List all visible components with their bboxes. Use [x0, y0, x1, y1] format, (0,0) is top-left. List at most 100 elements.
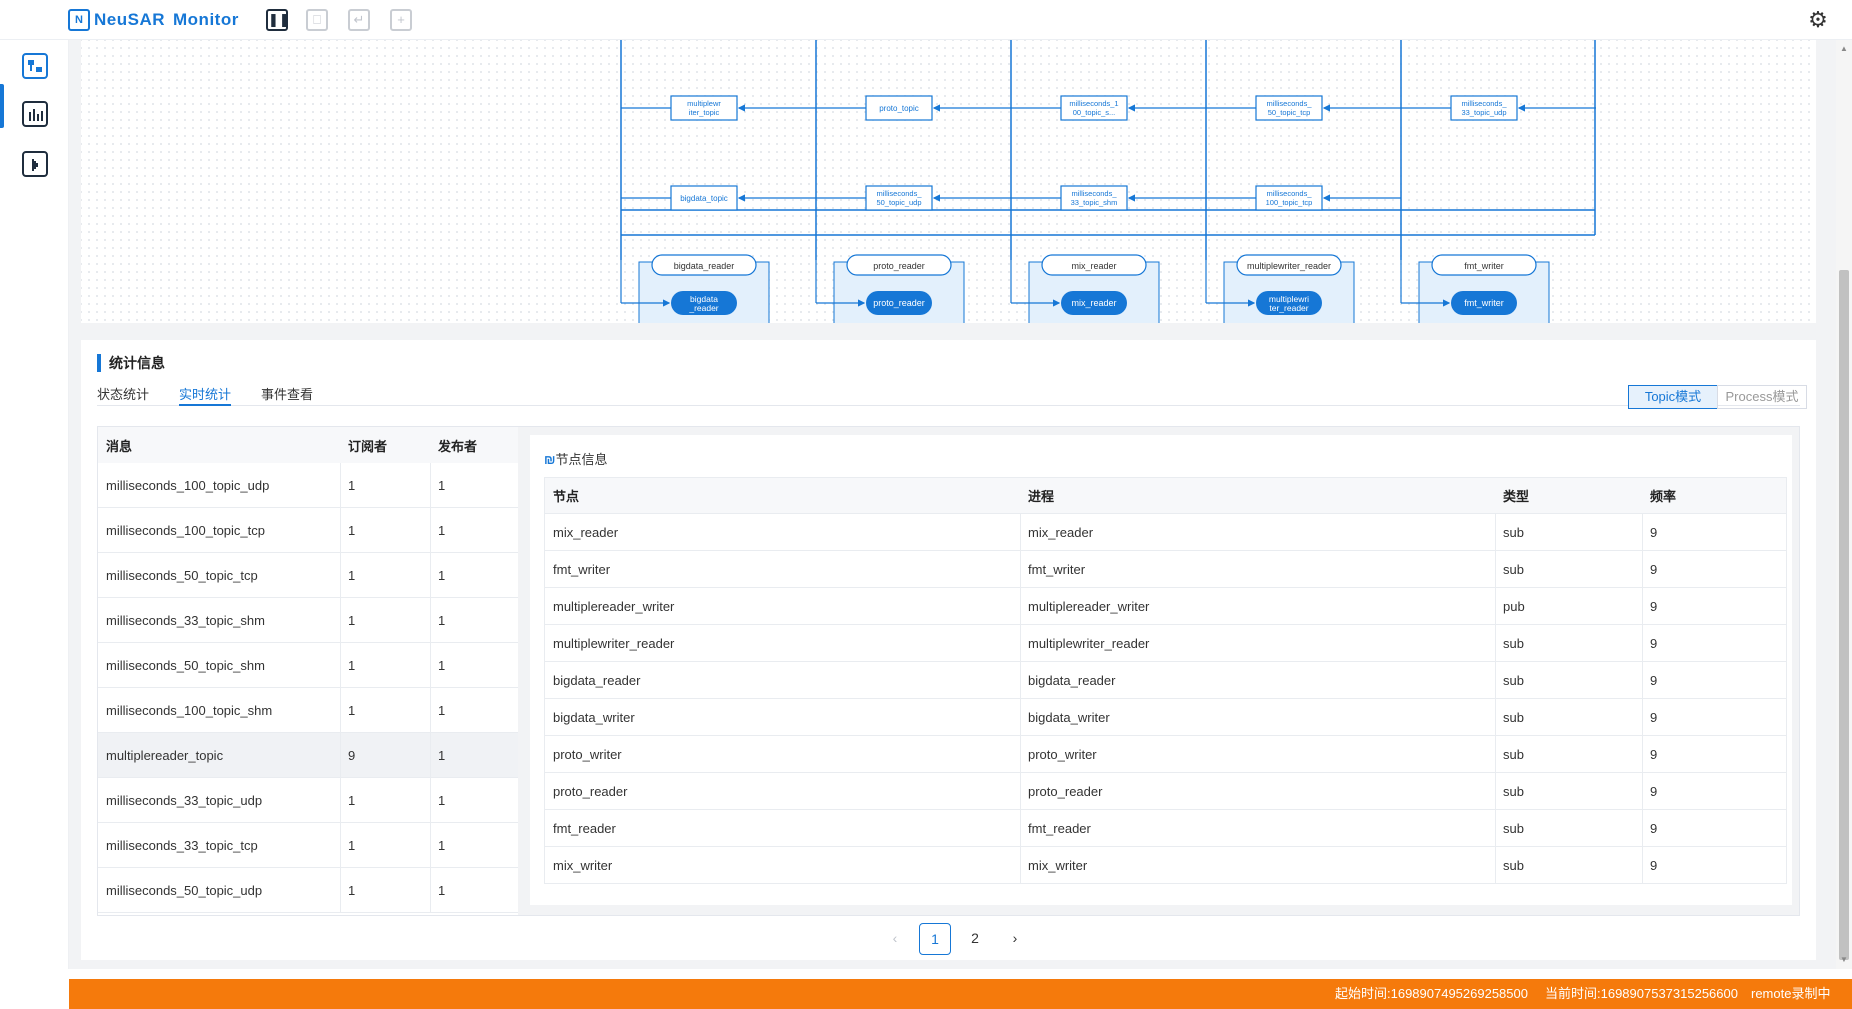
subscribers-cell: 1 [348, 702, 356, 718]
node-cell: proto_writer [553, 746, 622, 762]
table-row[interactable]: milliseconds_33_topic_udp 1 1 [98, 778, 518, 823]
process-cell: fmt_reader [1028, 820, 1091, 836]
message-cell: milliseconds_50_topic_udp [106, 882, 263, 898]
scrollbar-thumb[interactable] [1839, 270, 1849, 960]
table-row[interactable]: milliseconds_33_topic_shm 1 1 [98, 598, 518, 643]
table-row[interactable]: milliseconds_50_topic_shm 1 1 [98, 643, 518, 688]
next-page-button[interactable]: › [999, 923, 1031, 955]
app-title-b: Monitor [173, 10, 239, 29]
table-row[interactable]: milliseconds_100_topic_udp 1 1 [98, 463, 518, 508]
table-row[interactable]: multiplereader_writer multiplereader_writ… [544, 588, 1787, 625]
app-title-a: NeuSAR [94, 10, 166, 29]
playback-icon[interactable] [22, 151, 48, 177]
table-row[interactable]: milliseconds_33_topic_tcp 1 1 [98, 823, 518, 868]
table-row[interactable]: milliseconds_100_topic_tcp 1 1 [98, 508, 518, 553]
process-cell: bigdata_reader [1028, 672, 1116, 688]
process-mode-button[interactable]: Process模式 [1717, 385, 1807, 409]
type-cell: sub [1503, 635, 1524, 651]
page-1-button[interactable]: 1 [919, 923, 951, 955]
publishers-cell: 1 [438, 657, 446, 673]
node-info-title: ₪节点信息 [544, 449, 608, 468]
frequency-cell: 9 [1650, 635, 1658, 651]
table-row[interactable]: fmt_writer fmt_writer sub 9 [544, 551, 1787, 588]
type-cell: sub [1503, 857, 1524, 873]
topic-mode-button[interactable]: Topic模式 [1628, 385, 1718, 409]
table-row[interactable]: multiplewriter_reader multiplewriter_read… [544, 625, 1787, 662]
process-label: fmt_writer [1464, 261, 1504, 271]
tab-status-stats[interactable]: 状态统计 [97, 384, 149, 406]
table-row[interactable]: mix_writer mix_writer sub 9 [544, 847, 1787, 884]
type-cell: sub [1503, 820, 1524, 836]
scroll-down-arrow[interactable]: ▼ [1840, 955, 1848, 964]
table-row[interactable]: fmt_reader fmt_reader sub 9 [544, 810, 1787, 847]
table-row[interactable]: milliseconds_50_topic_udp 1 1 [98, 868, 518, 913]
current-time: 当前时间:1698907537315256600 [1545, 986, 1738, 1001]
process-cell: multiplewriter_reader [1028, 635, 1150, 651]
monitor-icon[interactable]: ⎕ [306, 9, 328, 31]
node-info-label: 节点信息 [555, 452, 608, 467]
stats-tabs: 状态统计 实时统计 事件查看 [97, 384, 1800, 406]
tab-realtime-stats[interactable]: 实时统计 [179, 384, 232, 406]
table-row[interactable]: proto_writer proto_writer sub 9 [544, 736, 1787, 773]
topology-graph[interactable]: multiplewr iter_topic proto_topic milliseco… [81, 40, 1816, 323]
publishers-cell: 1 [438, 522, 446, 538]
col-type: 类型 [1503, 489, 1530, 504]
table-row[interactable]: bigdata_reader bigdata_reader sub 9 [544, 662, 1787, 699]
frequency-cell: 9 [1650, 783, 1658, 799]
process-cell: proto_reader [1028, 783, 1103, 799]
topic-node-label: milliseconds_ [1071, 189, 1117, 198]
statistics-panel: 统计信息 状态统计 实时统计 事件查看 Topic模式 Process模式 消息… [81, 340, 1816, 960]
node-label: ter_reader [1269, 303, 1308, 313]
message-cell: milliseconds_50_topic_shm [106, 657, 265, 673]
message-cell: milliseconds_100_topic_shm [106, 702, 273, 718]
page-2-button[interactable]: 2 [959, 923, 991, 955]
message-cell: milliseconds_100_topic_tcp [106, 522, 265, 538]
type-cell: sub [1503, 561, 1524, 577]
subscribers-cell: 1 [348, 477, 356, 493]
table-row[interactable]: bigdata_writer bigdata_writer sub 9 [544, 699, 1787, 736]
node-cell: fmt_reader [553, 820, 616, 836]
type-cell: sub [1503, 524, 1524, 540]
vertical-scrollbar[interactable]: ▲ ▼ [1836, 40, 1852, 969]
prev-page-button[interactable]: ‹ [879, 923, 911, 955]
subscribers-cell: 1 [348, 522, 356, 538]
subscribers-cell: 1 [348, 612, 356, 628]
subscribers-cell: 1 [348, 837, 356, 853]
scroll-up-arrow[interactable]: ▲ [1840, 44, 1848, 53]
gear-icon[interactable]: ⚙ [1806, 8, 1830, 32]
node-label: fmt_writer [1464, 298, 1504, 308]
pause-icon[interactable]: ❚❚ [266, 9, 290, 31]
topic-node-label: 00_topic_s... [1073, 108, 1116, 117]
table-row[interactable]: milliseconds_50_topic_tcp 1 1 [98, 553, 518, 598]
publishers-cell: 1 [438, 567, 446, 583]
table-row[interactable]: milliseconds_100_topic_shm 1 1 [98, 688, 518, 733]
table-row[interactable]: multiplereader_topic 9 1 [98, 733, 518, 778]
process-cell: multiplereader_writer [1028, 598, 1150, 614]
frequency-cell: 9 [1650, 746, 1658, 762]
process-label: multiplewriter_reader [1247, 261, 1331, 271]
frequency-cell: 9 [1650, 598, 1658, 614]
app-title: NeuSAR Monitor [94, 10, 239, 30]
app-header: N NeuSAR Monitor ❚❚ ⎕ ↵ + ⚙ [0, 0, 1852, 40]
subscribers-cell: 1 [348, 792, 356, 808]
main-content: multiplewr iter_topic proto_topic milliseco… [69, 40, 1836, 969]
table-row[interactable]: mix_reader mix_reader sub 9 [544, 514, 1787, 551]
topic-node-label: milliseconds_ [1266, 189, 1312, 198]
app-logo: N NeuSAR Monitor [68, 9, 239, 31]
topic-node-label: iter_topic [689, 108, 720, 117]
publishers-cell: 1 [438, 612, 446, 628]
tab-event-view[interactable]: 事件查看 [261, 384, 313, 406]
table-row[interactable]: proto_reader proto_reader sub 9 [544, 773, 1787, 810]
frequency-cell: 9 [1650, 672, 1658, 688]
topic-node-label: proto_topic [879, 104, 919, 113]
topology-icon[interactable] [22, 53, 48, 79]
message-table: 消息 订阅者 发布者 milliseconds_100_topic_udp 1 1 m… [98, 427, 518, 915]
status-bar: 起始时间:1698907495269258500 当前时间:1698907537… [69, 979, 1852, 1009]
node-info-panel: ₪节点信息 节点 进程 类型 频率 mix_reader mix_reader su… [530, 435, 1792, 905]
undo-icon[interactable]: ↵ [348, 9, 370, 31]
topic-node-label: milliseconds_ [1266, 99, 1312, 108]
chart-icon[interactable] [22, 101, 48, 127]
add-icon[interactable]: + [390, 9, 412, 31]
col-publishers: 发布者 [438, 438, 478, 454]
active-indicator [0, 84, 4, 128]
